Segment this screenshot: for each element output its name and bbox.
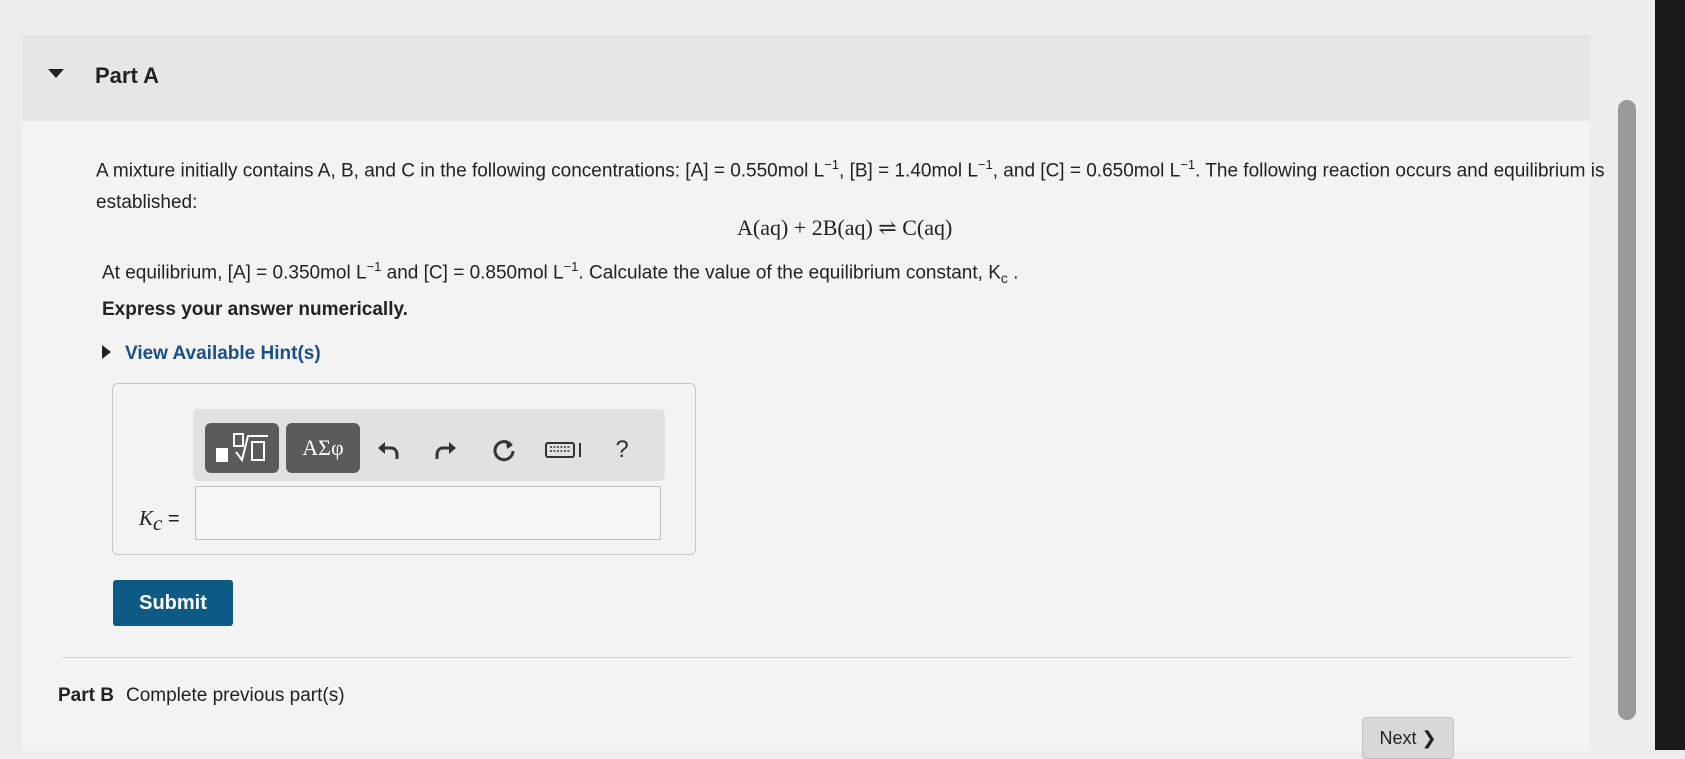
section-divider: [62, 657, 1572, 658]
part-a-header[interactable]: Part A: [22, 37, 1590, 121]
collapse-caret-icon[interactable]: [48, 69, 64, 78]
next-button[interactable]: Next ❯: [1362, 717, 1454, 759]
math-toolbar: ΑΣφ ?: [193, 409, 665, 481]
help-button[interactable]: ?: [607, 435, 637, 465]
problem-statement: A mixture initially contains A, B, and C…: [96, 157, 1605, 214]
expand-triangle-icon: [102, 344, 111, 359]
redo-icon[interactable]: [431, 435, 461, 465]
part-b-header[interactable]: Part B Complete previous part(s): [58, 685, 345, 707]
equilibrium-statement: At equilibrium, [A] = 0.350mol L−1 and […: [102, 259, 1019, 287]
greek-symbols-button[interactable]: ΑΣφ: [286, 423, 360, 473]
submit-button[interactable]: Submit: [113, 580, 233, 626]
undo-icon[interactable]: [373, 435, 403, 465]
reaction-equation: A(aq) + 2B(aq) ⇌ C(aq): [737, 215, 953, 240]
problem-card: Part A A mixture initially contains A, B…: [22, 36, 1604, 759]
hint-label: View Available Hint(s): [125, 343, 321, 364]
kc-label: Kc =: [139, 506, 180, 535]
part-b-status: Complete previous part(s): [125, 685, 345, 706]
part-a-title: Part A: [95, 63, 159, 88]
answer-box: ΑΣφ ? Kc =: [112, 383, 696, 555]
templates-button[interactable]: [205, 423, 279, 473]
view-hints-link[interactable]: View Available Hint(s): [102, 343, 321, 365]
screen-bezel: [1655, 0, 1685, 750]
keyboard-icon[interactable]: [543, 435, 587, 465]
answer-instruction: Express your answer numerically.: [102, 299, 408, 320]
scrollbar[interactable]: [1618, 100, 1636, 720]
part-b-label: Part B: [58, 685, 114, 706]
templates-icon: [216, 433, 268, 463]
reset-icon[interactable]: [489, 435, 519, 465]
kc-answer-input[interactable]: [195, 486, 661, 540]
